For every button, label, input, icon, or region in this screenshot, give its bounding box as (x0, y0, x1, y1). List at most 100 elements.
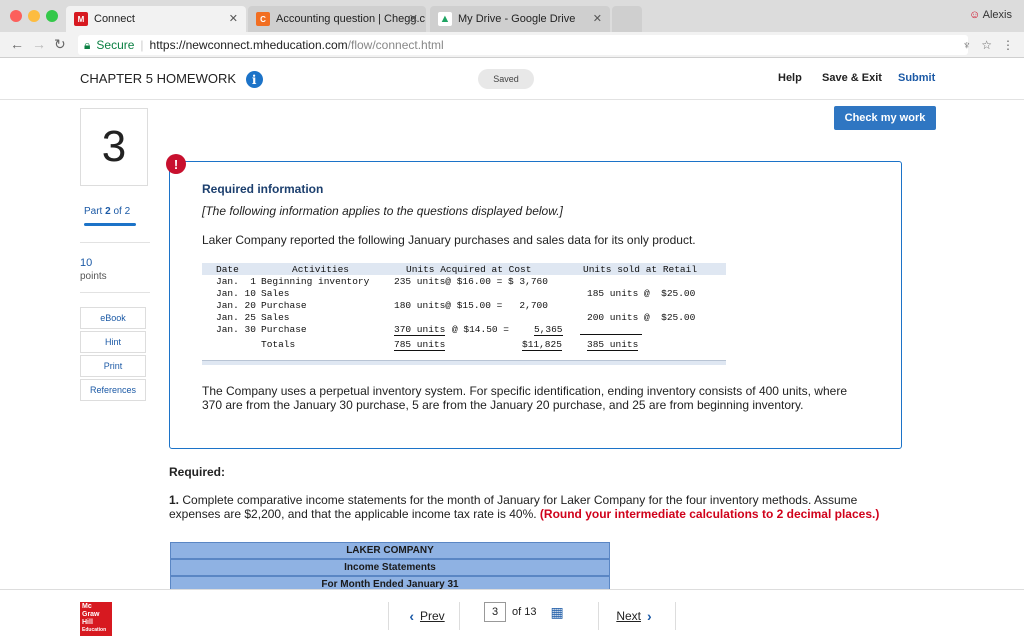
divider (80, 242, 150, 243)
alert-icon: ! (166, 154, 186, 174)
maximize-window-dot[interactable] (46, 10, 58, 22)
address-bar: ← → ↻ 🔒︎ Secure | https://newconnect.mhe… (0, 32, 1024, 58)
part-indicator: Part 2 of 2 (84, 206, 130, 217)
total-cost: $11,825 (522, 339, 562, 351)
row-activity: Purchase (261, 324, 307, 335)
google-drive-favicon-icon: ▲ (438, 12, 452, 26)
references-button[interactable]: References (80, 379, 146, 401)
page-total: of 13 (512, 606, 537, 618)
prev-button[interactable]: ‹ Prev (388, 602, 460, 630)
user-icon: ☺ (968, 9, 981, 21)
close-icon[interactable]: ✕ (229, 12, 238, 25)
connect-header: CHAPTER 5 HOMEWORK i Saved Help Save & E… (0, 58, 1024, 100)
chapter-title: CHAPTER 5 HOMEWORK i (80, 71, 263, 89)
row-sold: 185 units @ $25.00 (587, 288, 696, 299)
close-icon[interactable]: ✕ (593, 12, 602, 25)
logo-line: Mc (82, 603, 92, 610)
help-link[interactable]: Help (778, 72, 802, 84)
sold-underline (580, 334, 642, 335)
chapter-title-text: CHAPTER 5 HOMEWORK (80, 71, 237, 86)
row-date: Jan. 30 (216, 324, 256, 335)
part-progress-bar (84, 223, 136, 226)
mcgraw-hill-logo: Mc Graw Hill Education (80, 602, 112, 636)
statement-title: Income Statements (170, 559, 610, 576)
row-activity: Sales (261, 288, 290, 299)
tab-label: My Drive - Google Drive (458, 13, 576, 25)
row-date: Jan. 25 (216, 312, 256, 323)
next-button[interactable]: Next › (598, 602, 676, 630)
bookmark-star-icon[interactable]: ☆ (981, 38, 992, 52)
forward-arrow-icon[interactable]: → (32, 36, 46, 52)
logo-line: Hill (82, 619, 93, 626)
col-header-sold: Units sold at Retail (583, 264, 698, 275)
row-acquired: 180 units@ $15.00 = 2,700 (394, 300, 548, 311)
ebook-button[interactable]: eBook (80, 307, 146, 329)
next-label: Next (616, 609, 641, 623)
grid-icon[interactable]: ▦ (550, 604, 563, 621)
tab-label: Accounting question | Chegg.c (276, 13, 426, 25)
chegg-favicon-icon: C (256, 12, 270, 26)
divider (80, 292, 150, 293)
chevron-right-icon: › (647, 608, 652, 624)
minimize-window-dot[interactable] (28, 10, 40, 22)
question-number: 3 (80, 108, 148, 186)
menu-dots-icon[interactable]: ⋮ (1002, 38, 1014, 52)
mcgraw-hill-favicon-icon: M (74, 12, 88, 26)
check-my-work-button[interactable]: Check my work (834, 106, 936, 130)
required-heading: Required: (169, 465, 226, 479)
question-1-text: 1. Complete comparative income statement… (169, 493, 909, 521)
row-sold: 200 units @ $25.00 (587, 312, 696, 323)
new-tab-button[interactable] (612, 6, 642, 32)
row-date: Jan. 20 (216, 300, 256, 311)
row-activity: Purchase (261, 300, 307, 311)
tab-connect[interactable]: M Connect ✕ (66, 6, 246, 32)
row-activity: Beginning inventory (261, 276, 370, 287)
url-field[interactable]: 🔒︎ Secure | https://newconnect.mheducati… (78, 35, 968, 55)
info-icon[interactable]: i (245, 71, 263, 89)
hint-button[interactable]: Hint (80, 331, 146, 353)
submit-link[interactable]: Submit (898, 72, 935, 84)
logo-line: Education (82, 627, 107, 633)
points-label: points (80, 271, 107, 282)
page-number-button[interactable]: 3 (484, 602, 506, 622)
part-suffix: of 2 (110, 206, 131, 217)
tab-chegg[interactable]: C Accounting question | Chegg.c ✕ (248, 6, 426, 32)
row-date: Jan. 1 (216, 276, 256, 287)
save-exit-link[interactable]: Save & Exit (822, 72, 882, 84)
chevron-left-icon: ‹ (409, 608, 414, 624)
part-prefix: Part (84, 206, 106, 217)
col-header-date: Date (216, 264, 239, 275)
secure-label: Secure (96, 38, 135, 52)
browser-tab-bar: M Connect ✕ C Accounting question | Cheg… (0, 0, 1024, 32)
table-footer-band (202, 360, 726, 365)
intro-text: Laker Company reported the following Jan… (202, 233, 696, 247)
total-units: 785 units (394, 339, 446, 351)
row-acquired: 235 units@ $16.00 = $ 3,760 (394, 276, 548, 287)
tab-label: Connect (94, 13, 135, 25)
total-sold: 385 units (587, 339, 639, 351)
back-arrow-icon[interactable]: ← (10, 36, 24, 52)
browser-actions: ♆ ☆ ⋮ (962, 38, 1014, 52)
close-icon[interactable]: ✕ (409, 12, 418, 25)
required-info-heading: Required information (202, 182, 324, 196)
print-button[interactable]: Print (80, 355, 146, 377)
profile-button[interactable]: ☺ Alexis (969, 9, 1012, 21)
rounding-note: (Round your intermediate calculations to… (539, 507, 880, 521)
prev-label: Prev (419, 609, 445, 623)
close-window-dot[interactable] (10, 10, 22, 22)
row-acquired-total: 5,365 (534, 324, 563, 336)
saved-badge: Saved (478, 69, 534, 89)
row-activity: Sales (261, 312, 290, 323)
url-path: /flow/connect.html (347, 38, 444, 52)
applies-note: [The following information applies to th… (202, 204, 563, 218)
question-1-number: 1. (169, 493, 180, 507)
row-acquired-units: 370 units (394, 324, 446, 336)
statement-company-name: LAKER COMPANY (170, 542, 610, 559)
totals-label: Totals (261, 339, 296, 350)
tab-google-drive[interactable]: ▲ My Drive - Google Drive ✕ (430, 6, 610, 32)
extension-icon[interactable]: ♆ (962, 38, 971, 52)
url-host: https://newconnect.mheducation.com (149, 38, 348, 52)
reload-icon[interactable]: ↻ (54, 36, 66, 53)
page-indicator: 3 of 13 ▦ (484, 602, 564, 622)
col-header-activities: Activities (292, 264, 350, 275)
